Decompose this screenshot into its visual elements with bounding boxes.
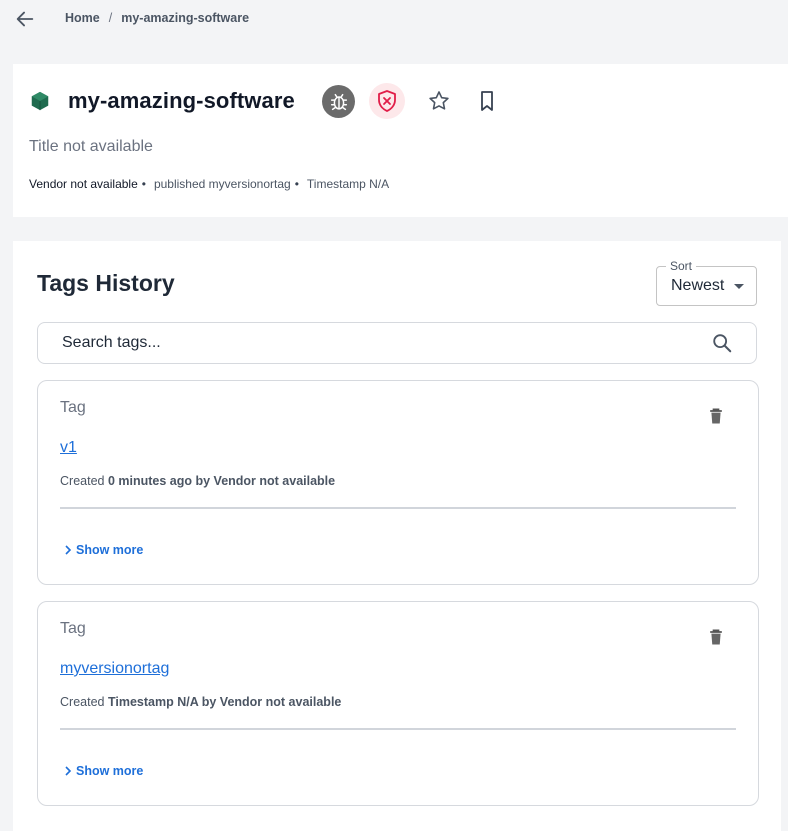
vulnerability-scan-badge[interactable] [322, 85, 355, 118]
created-prefix: Created [60, 474, 105, 488]
breadcrumb-separator: / [108, 11, 113, 25]
tag-label: Tag [60, 399, 86, 416]
tag-name-link[interactable]: v1 [60, 439, 77, 457]
timestamp-text: Timestamp N/A [306, 177, 390, 191]
bug-icon [330, 93, 347, 110]
created-detail: 0 minutes ago by Vendor not available [107, 474, 336, 488]
trash-icon[interactable] [706, 626, 726, 648]
top-bar: Home / my-amazing-software [0, 0, 788, 40]
sort-select[interactable]: Sort Newest [656, 259, 757, 306]
tags-history-title: Tags History [37, 270, 175, 296]
meta-bullet: • [294, 177, 299, 191]
shield-x-icon [378, 90, 396, 112]
divider [60, 728, 736, 730]
show-more-label: Show more [76, 764, 144, 778]
tag-label: Tag [60, 620, 86, 637]
tag-created-text: Created 0 minutes ago by Vendor not avai… [60, 474, 335, 488]
created-prefix: Created [60, 695, 105, 709]
package-cube-icon [31, 91, 49, 111]
breadcrumb: Home / my-amazing-software [65, 11, 249, 25]
sort-label: Sort [666, 259, 697, 273]
created-detail: Timestamp N/A by Vendor not available [107, 695, 342, 709]
package-title: Title not available [29, 138, 153, 155]
breadcrumb-home[interactable]: Home [65, 11, 100, 25]
vendor-text: Vendor not available [29, 177, 138, 191]
published-text: published myversionortag [153, 177, 291, 191]
show-more-button[interactable]: Show more [64, 764, 143, 778]
meta-bullet: • [141, 177, 146, 191]
tags-history-card: Tags History Sort Newest Tag v1 Created … [13, 241, 781, 831]
show-more-label: Show more [76, 543, 144, 557]
bookmark-icon[interactable] [475, 89, 499, 113]
caret-down-icon [734, 284, 744, 289]
trash-icon[interactable] [706, 405, 726, 427]
search-box [37, 322, 757, 364]
tag-created-text: Created Timestamp N/A by Vendor not avai… [60, 695, 341, 709]
back-arrow-icon[interactable] [14, 8, 36, 30]
star-icon[interactable] [427, 89, 451, 113]
divider [60, 507, 736, 509]
chevron-right-icon [65, 766, 72, 776]
chevron-right-icon [65, 545, 72, 555]
tag-card: Tag myversionortag Created Timestamp N/A… [37, 601, 759, 806]
tag-name-link[interactable]: myversionortag [60, 660, 169, 678]
search-input[interactable] [62, 334, 662, 352]
package-name: my-amazing-software [68, 88, 295, 113]
breadcrumb-current[interactable]: my-amazing-software [121, 11, 249, 25]
security-status-badge[interactable] [369, 83, 405, 119]
package-header-card: my-amazing-software Title not available … [13, 64, 788, 217]
tag-card: Tag v1 Created 0 minutes ago by Vendor n… [37, 380, 759, 585]
show-more-button[interactable]: Show more [64, 543, 143, 557]
package-meta: Vendor not available • published myversi… [29, 177, 389, 191]
search-icon[interactable] [711, 332, 733, 354]
sort-value: Newest [671, 277, 725, 294]
